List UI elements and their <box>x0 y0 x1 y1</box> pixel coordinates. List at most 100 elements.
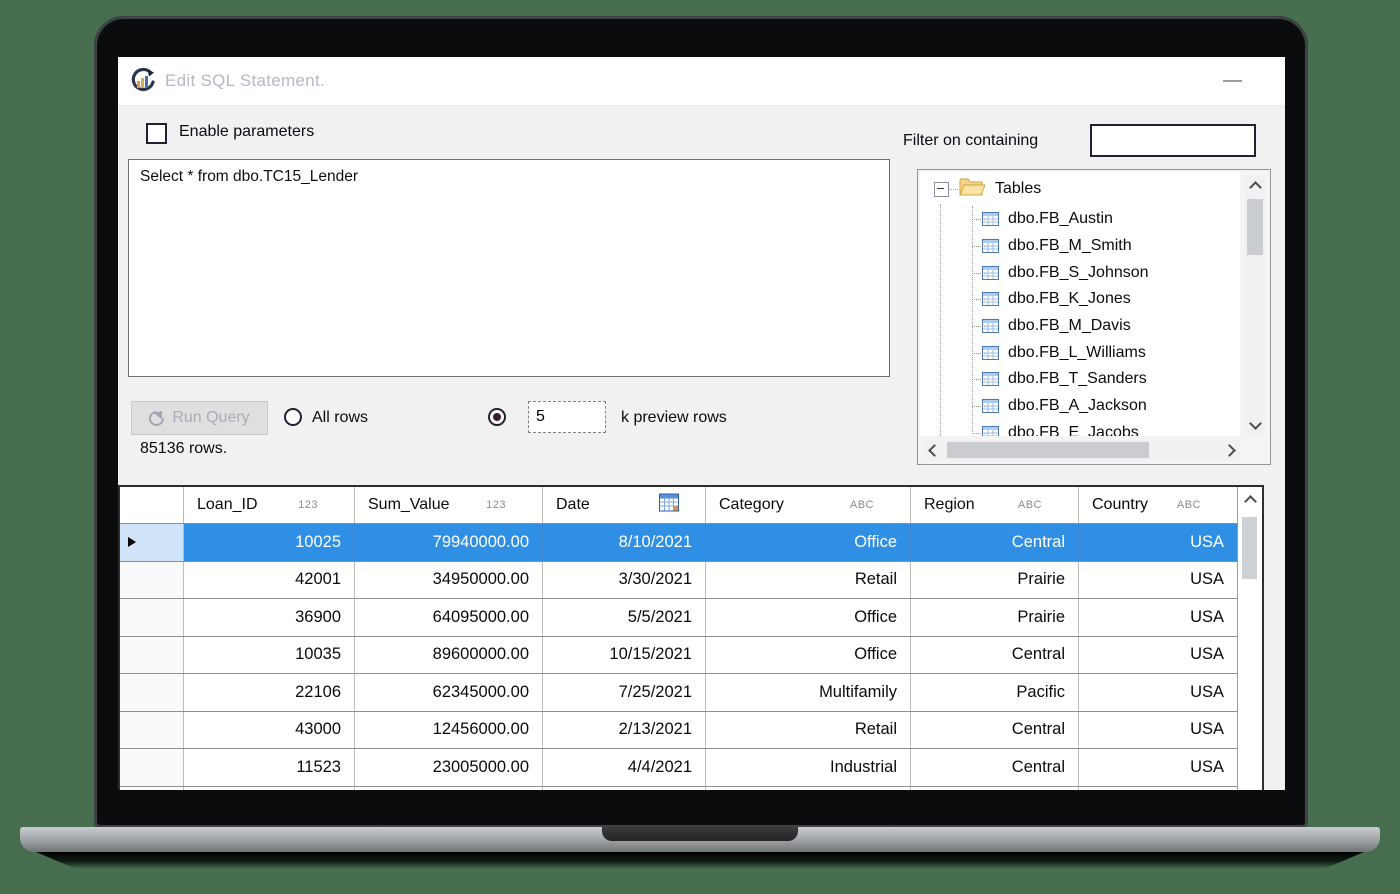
numeric-type-icon: 123 <box>298 499 318 511</box>
preview-rows-input[interactable] <box>528 401 606 433</box>
tree-item-table[interactable]: dbo.FB_M_Davis <box>920 313 1240 340</box>
tree-root-tables[interactable]: Tables <box>920 172 1240 206</box>
filter-label: Filter on containing <box>903 132 1038 150</box>
scroll-up-button[interactable] <box>1238 493 1262 511</box>
grid-rows: 10025 79940000.00 8/10/2021 Office Centr… <box>120 523 1238 790</box>
tree-item-table[interactable]: dbo.FB_E_Jacobs <box>920 420 1240 437</box>
table-icon <box>982 239 999 253</box>
column-header-category[interactable]: Category ABC <box>706 487 911 523</box>
scroll-right-button[interactable] <box>1221 440 1237 460</box>
cell-region: Central <box>911 749 1079 786</box>
scrollbar-thumb[interactable] <box>1242 517 1257 579</box>
row-selector-cell[interactable] <box>120 712 184 749</box>
scroll-left-button[interactable] <box>926 440 942 460</box>
table-row[interactable]: 11523 23005000.00 4/4/2021 Industrial Ce… <box>120 748 1238 786</box>
column-header-date[interactable]: Date <box>543 487 706 523</box>
tree-item-table[interactable]: dbo.FB_K_Jones <box>920 286 1240 313</box>
row-selector-cell[interactable] <box>120 749 184 786</box>
scrollbar-thumb[interactable] <box>947 442 1149 458</box>
cell-loan-id: 11523 <box>184 749 355 786</box>
row-count-status: 85136 rows. <box>140 440 227 458</box>
cell-category: Office <box>706 599 911 636</box>
table-row[interactable]: 22106 62345000.00 7/25/2021 Multifamily … <box>120 673 1238 711</box>
scroll-up-button[interactable] <box>1245 178 1265 194</box>
enable-parameters-label[interactable]: Enable parameters <box>179 123 314 141</box>
sql-statement-input[interactable]: Select * from dbo.TC15_Lender <box>128 159 890 377</box>
row-selector-cell[interactable] <box>120 674 184 711</box>
cell-country: USA <box>1079 524 1238 561</box>
tree-item-table[interactable]: dbo.FB_A_Jackson <box>920 393 1240 420</box>
cell-category: Office <box>706 524 911 561</box>
cell-region: Central <box>911 637 1079 674</box>
column-header-loan-id[interactable]: Loan_ID 123 <box>184 487 355 523</box>
table-row[interactable]: 36900 64095000.00 5/5/2021 Office Prairi… <box>120 598 1238 636</box>
cell-loan-id: 11154 <box>184 787 355 791</box>
laptop-screen-bezel: Edit SQL Statement. Enable parameters Se… <box>94 16 1308 828</box>
preview-rows-radio[interactable] <box>488 408 506 426</box>
table-icon <box>982 399 999 413</box>
row-selector-cell[interactable] <box>120 637 184 674</box>
minimize-button[interactable] <box>1218 65 1248 95</box>
run-query-label: Run Query <box>172 409 249 427</box>
dialog-window: Edit SQL Statement. Enable parameters Se… <box>118 57 1285 790</box>
filter-input[interactable] <box>1090 124 1256 157</box>
tree-item-table[interactable]: dbo.FB_M_Smith <box>920 233 1240 260</box>
tree-item-table[interactable]: dbo.FB_S_Johnson <box>920 259 1240 286</box>
table-row[interactable]: 42001 34950000.00 3/30/2021 Retail Prair… <box>120 561 1238 599</box>
row-selector-cell[interactable] <box>120 787 184 791</box>
tree-item-label: dbo.FB_L_Williams <box>1008 344 1146 362</box>
minimize-icon <box>1223 80 1242 82</box>
calendar-icon <box>659 494 679 517</box>
tree-item-label: dbo.FB_Austin <box>1008 210 1113 228</box>
table-icon <box>982 292 999 306</box>
cell-sum-value: 62345000.00 <box>355 674 543 711</box>
chevron-up-icon <box>1244 495 1257 508</box>
tree-item-table[interactable]: dbo.FB_L_Williams <box>920 339 1240 366</box>
cell-loan-id: 36900 <box>184 599 355 636</box>
cell-date: 4/4/2021 <box>543 749 706 786</box>
scrollbar-thumb[interactable] <box>1247 199 1263 255</box>
table-row[interactable]: 11154 74050000.00 5/30/2021 Multifamily … <box>120 786 1238 791</box>
table-row[interactable]: 10035 89600000.00 10/15/2021 Office Cent… <box>120 636 1238 674</box>
cell-date: 2/13/2021 <box>543 712 706 749</box>
cell-sum-value: 74050000.00 <box>355 787 543 791</box>
preview-rows-label[interactable]: k preview rows <box>621 409 727 427</box>
tree-root-label: Tables <box>995 180 1041 198</box>
enable-parameters-checkbox[interactable] <box>146 123 167 144</box>
grid-vertical-scrollbar <box>1237 487 1262 790</box>
tree-item-label: dbo.FB_A_Jackson <box>1008 397 1147 415</box>
all-rows-radio[interactable] <box>284 408 302 426</box>
tree-connector-stub <box>949 189 958 190</box>
column-header-sum-value[interactable]: Sum_Value 123 <box>355 487 543 523</box>
run-query-button[interactable]: Run Query <box>131 401 268 435</box>
table-row[interactable]: 10025 79940000.00 8/10/2021 Office Centr… <box>120 523 1238 561</box>
all-rows-label[interactable]: All rows <box>312 409 368 427</box>
table-icon <box>982 266 999 280</box>
text-type-icon: ABC <box>850 499 874 511</box>
cell-loan-id: 42001 <box>184 562 355 599</box>
chevron-left-icon <box>928 444 941 457</box>
table-row[interactable]: 43000 12456000.00 2/13/2021 Retail Centr… <box>120 711 1238 749</box>
row-selector-cell[interactable] <box>120 562 184 599</box>
cell-country: USA <box>1079 787 1238 791</box>
cell-sum-value: 64095000.00 <box>355 599 543 636</box>
table-icon <box>982 346 999 360</box>
tree-item-label: dbo.FB_M_Davis <box>1008 317 1131 335</box>
row-selector-cell[interactable] <box>120 599 184 636</box>
cell-date: 5/30/2021 <box>543 787 706 791</box>
cell-date: 7/25/2021 <box>543 674 706 711</box>
numeric-type-icon: 123 <box>486 499 506 511</box>
tree-vertical-scrollbar <box>1245 175 1265 434</box>
tables-tree-panel: Tables dbo.FB_Austin dbo.FB_M_Smith <box>917 169 1271 465</box>
column-header-region[interactable]: Region ABC <box>911 487 1079 523</box>
tree-item-label: dbo.FB_T_Sanders <box>1008 370 1147 388</box>
row-selector-cell[interactable] <box>120 524 184 561</box>
laptop-hinge-notch <box>602 827 798 841</box>
cell-country: USA <box>1079 637 1238 674</box>
cell-region: Central <box>911 712 1079 749</box>
tree-item-table[interactable]: dbo.FB_Austin <box>920 206 1240 233</box>
tree-collapse-icon[interactable] <box>934 182 949 197</box>
scroll-down-button[interactable] <box>1245 415 1265 431</box>
column-header-country[interactable]: Country ABC <box>1079 487 1238 523</box>
tree-item-table[interactable]: dbo.FB_T_Sanders <box>920 366 1240 393</box>
